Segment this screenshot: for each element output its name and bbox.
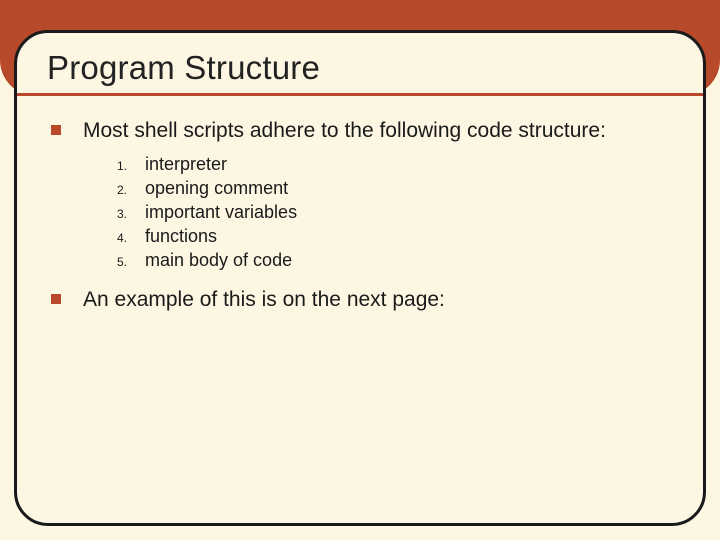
slide-content: Program Structure Most shell scripts adh… — [14, 30, 706, 526]
slide-title: Program Structure — [47, 49, 681, 87]
item-text: main body of code — [145, 250, 292, 271]
square-bullet-icon — [51, 294, 61, 304]
bullet-list: An example of this is on the next page: — [47, 287, 681, 313]
item-text: functions — [145, 226, 217, 247]
bullet-text: An example of this is on the next page: — [83, 287, 445, 313]
list-item: 2. opening comment — [117, 178, 681, 199]
item-number: 4. — [117, 231, 145, 245]
list-item: 3. important variables — [117, 202, 681, 223]
item-number: 2. — [117, 183, 145, 197]
bullet-text: Most shell scripts adhere to the followi… — [83, 118, 606, 144]
list-item: Most shell scripts adhere to the followi… — [51, 118, 681, 144]
item-text: opening comment — [145, 178, 288, 199]
item-text: important variables — [145, 202, 297, 223]
list-item: 5. main body of code — [117, 250, 681, 271]
item-number: 1. — [117, 159, 145, 173]
item-number: 3. — [117, 207, 145, 221]
list-item: 1. interpreter — [117, 154, 681, 175]
bullet-list: Most shell scripts adhere to the followi… — [47, 118, 681, 144]
item-text: interpreter — [145, 154, 227, 175]
list-item: An example of this is on the next page: — [51, 287, 681, 313]
list-item: 4. functions — [117, 226, 681, 247]
title-underline — [17, 93, 703, 96]
item-number: 5. — [117, 255, 145, 269]
numbered-list: 1. interpreter 2. opening comment 3. imp… — [117, 154, 681, 271]
square-bullet-icon — [51, 125, 61, 135]
